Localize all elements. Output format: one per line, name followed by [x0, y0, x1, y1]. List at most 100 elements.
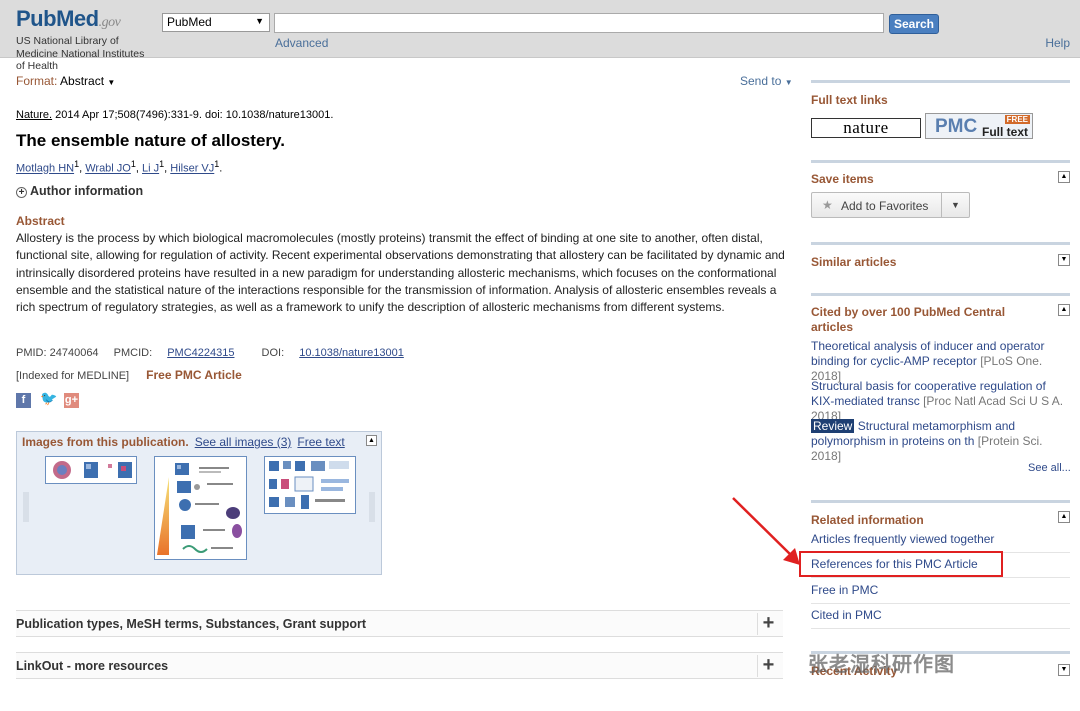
scroll-right-arrow[interactable] [369, 492, 375, 522]
expand-icon[interactable]: ▼ [1058, 664, 1070, 676]
highlight-box [799, 551, 1003, 577]
linkout-section[interactable]: LinkOut - more resources + [16, 652, 783, 679]
author-list: Motlagh HN1, Wrabl JO1, Li J1, Hilser VJ… [16, 159, 223, 175]
logo-med: Med [56, 6, 99, 31]
star-icon: ★ [822, 198, 833, 212]
expand-icon: + [16, 187, 27, 198]
chevron-down-icon: ▼ [784, 78, 793, 87]
cited-article[interactable]: Theoretical analysis of inducer and oper… [811, 339, 1071, 384]
author-link[interactable]: Motlagh HN [16, 163, 74, 175]
see-all-images-link[interactable]: See all images (3) [195, 435, 292, 449]
chevron-down-icon[interactable]: ▼ [941, 193, 969, 217]
dropdown-caret-icon: ▼ [255, 16, 264, 26]
social-share: f 🐦 g+ [16, 391, 88, 408]
related-information-heading: Related information [811, 513, 924, 527]
figure-thumbnail-3[interactable] [264, 456, 356, 514]
advanced-search-link[interactable]: Advanced [275, 36, 328, 50]
publication-types-label: Publication types, MeSH terms, Substance… [16, 617, 367, 631]
header-bar: PubMed.gov US National Library of Medici… [0, 0, 1080, 72]
publication-types-section[interactable]: Publication types, MeSH terms, Substance… [16, 610, 783, 637]
sidebar-divider [811, 242, 1070, 245]
abstract-heading: Abstract [16, 214, 65, 228]
cited-article[interactable]: Review Structural metamorphism and polym… [811, 419, 1071, 464]
free-badge: FREE [1004, 115, 1030, 124]
format-menu[interactable]: Format: Abstract ▼ [16, 74, 115, 88]
search-button[interactable]: Search [889, 14, 939, 34]
sidebar-divider [811, 80, 1070, 83]
doi-link[interactable]: 10.1038/nature13001 [299, 347, 404, 359]
cited-article[interactable]: Structural basis for cooperative regulat… [811, 379, 1071, 424]
pmc-label: PMC [935, 116, 978, 137]
save-items-heading: Save items [811, 172, 874, 186]
collapse-icon[interactable]: ▲ [1058, 304, 1070, 316]
related-link-viewed-together[interactable]: Articles frequently viewed together [811, 532, 1070, 553]
images-header: Images from this publication. See all ima… [22, 435, 351, 449]
related-link-free-in-pmc[interactable]: Free in PMC [811, 583, 1070, 604]
database-select-value: PubMed [167, 15, 212, 29]
sidebar-divider [811, 160, 1070, 163]
author-link[interactable]: Li J [142, 163, 159, 175]
collapse-icon[interactable]: ▲ [1058, 171, 1070, 183]
citation: Nature. 2014 Apr 17;508(7496):331-9. doi… [16, 109, 333, 121]
figure-3-image [269, 461, 349, 509]
scroll-left-arrow[interactable] [23, 492, 29, 522]
google-plus-icon[interactable]: g+ [64, 393, 79, 408]
search-input[interactable] [274, 13, 884, 33]
author-link[interactable]: Hilser VJ [170, 163, 214, 175]
figure-thumbnail-2[interactable] [154, 456, 247, 560]
indexed-line: [Indexed for MEDLINE] Free PMC Article [16, 368, 242, 382]
nature-full-text-button[interactable]: nature [811, 118, 921, 138]
collapse-icon[interactable]: ▲ [1058, 511, 1070, 523]
chevron-down-icon: ▼ [107, 78, 116, 87]
doi-label: DOI: [261, 347, 285, 359]
collapse-icon[interactable]: ▲ [366, 435, 377, 446]
database-select[interactable]: PubMed ▼ [162, 13, 270, 32]
nlm-label[interactable]: US National Library of Medicine National… [16, 35, 156, 73]
full-text-links-heading: Full text links [811, 93, 888, 107]
help-link[interactable]: Help [1045, 36, 1070, 50]
pmid: PMID: 24740064 [16, 347, 99, 359]
article-ids: PMID: 24740064 PMCID: PMC4224315 DOI: 10… [16, 347, 428, 359]
expand-plus-icon[interactable]: + [757, 655, 779, 677]
related-link-cited-in-pmc[interactable]: Cited in PMC [811, 608, 1070, 629]
twitter-icon[interactable]: 🐦 [40, 391, 57, 406]
watermark: 张老湿科研作图 [808, 654, 955, 676]
author-link[interactable]: Wrabl JO [85, 163, 131, 175]
free-text-link[interactable]: Free text [297, 435, 344, 449]
figure-thumbnail-1[interactable] [45, 456, 137, 484]
review-badge: Review [811, 419, 855, 433]
pmcid-link[interactable]: PMC4224315 [167, 347, 234, 359]
citation-text: 2014 Apr 17;508(7496):331-9. doi: 10.103… [55, 109, 334, 121]
free-pmc-article-link[interactable]: Free PMC Article [146, 368, 242, 382]
sidebar-divider [811, 293, 1070, 296]
see-all-cited-link[interactable]: See all... [1028, 462, 1071, 474]
logo-pub: Pub [16, 6, 57, 31]
expand-plus-icon[interactable]: + [757, 613, 779, 635]
pubmed-logo[interactable]: PubMed.gov [16, 6, 121, 32]
send-to-label: Send to [740, 74, 782, 88]
add-to-favorites-button[interactable]: ★ Add to Favorites ▼ [811, 192, 970, 218]
images-panel: Images from this publication. See all ima… [16, 431, 382, 575]
pmcid-label: PMCID: [113, 347, 153, 359]
article-title: The ensemble nature of allostery. [16, 131, 285, 150]
author-information-label: Author information [30, 184, 144, 198]
indexed-for-medline: [Indexed for MEDLINE] [16, 370, 130, 382]
add-to-favorites-label: Add to Favorites [841, 199, 929, 213]
author-information-toggle[interactable]: + Author information [16, 184, 143, 198]
figure-2-image [157, 463, 242, 555]
expand-icon[interactable]: ▼ [1058, 254, 1070, 266]
linkout-label: LinkOut - more resources [16, 659, 169, 673]
figure-1-image [53, 461, 132, 479]
pmc-full-text-button[interactable]: PMC Full text FREE [925, 113, 1033, 139]
pmc-full-text-label: Full text [982, 125, 1029, 139]
cited-by-heading: Cited by over 100 PubMed Central article… [811, 305, 1006, 334]
similar-articles-heading[interactable]: Similar articles [811, 255, 896, 269]
images-heading: Images from this publication. [22, 435, 189, 449]
sidebar-divider [811, 500, 1070, 503]
facebook-icon[interactable]: f [16, 393, 31, 408]
logo-gov: .gov [98, 15, 121, 30]
journal-link[interactable]: Nature. [16, 109, 52, 121]
send-to-menu[interactable]: Send to ▼ [740, 74, 793, 88]
format-label: Format: [16, 74, 58, 88]
abstract-text: Allostery is the process by which biolog… [16, 231, 785, 315]
